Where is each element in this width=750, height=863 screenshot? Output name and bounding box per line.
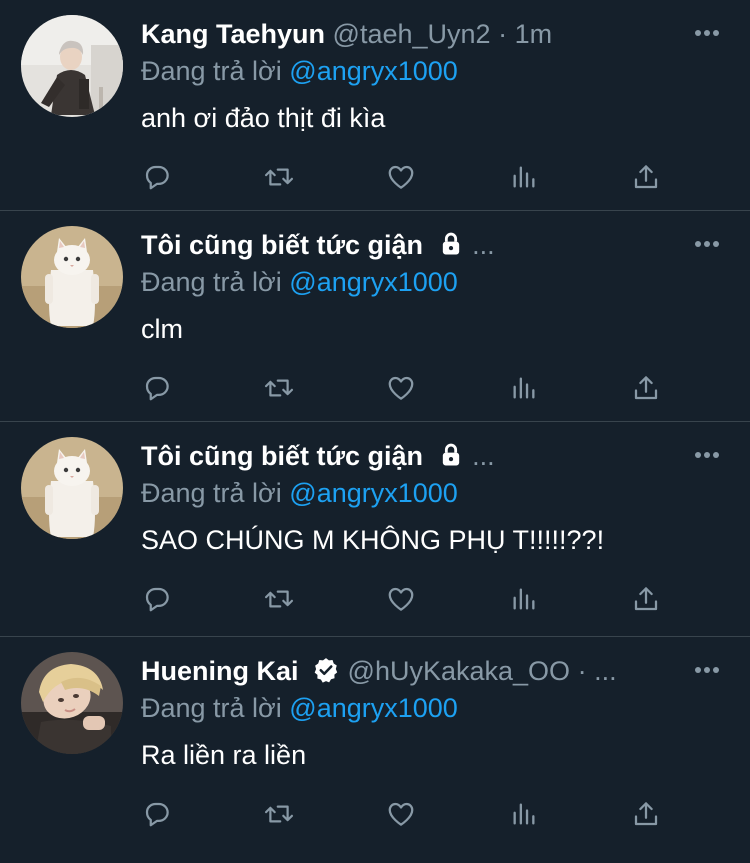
like-icon	[388, 587, 414, 611]
avatar[interactable]	[21, 15, 123, 117]
mention-link[interactable]: @angryx1000	[289, 478, 458, 508]
more-horizontal-icon	[695, 241, 719, 247]
tweet-text: SAO CHÚNG M KHÔNG PHỤ T!!!!!??!	[141, 525, 605, 555]
replying-to-label: Đang trả lời	[141, 56, 282, 86]
more-options-button[interactable]	[692, 655, 722, 685]
header-ellipsis: ...	[472, 230, 495, 260]
reply-icon	[145, 165, 169, 190]
reply-icon	[145, 376, 169, 401]
analytics-button[interactable]	[504, 579, 544, 619]
replying-to-label: Đang trả lời	[141, 693, 282, 723]
retweet-icon	[264, 379, 294, 397]
reply-tweet[interactable]: Tôi cũng biết tức giận ... Đang trả lời …	[0, 211, 750, 422]
reply-button[interactable]	[137, 157, 177, 197]
reply-button[interactable]	[137, 794, 177, 834]
analytics-button[interactable]	[504, 368, 544, 408]
reply-tweet[interactable]: Kang Taehyun @taeh_Uyn2 · 1m Đang trả lờ…	[0, 0, 750, 211]
user-handle[interactable]: @taeh_Uyn2	[333, 19, 491, 49]
retweet-icon	[264, 590, 294, 608]
analytics-button[interactable]	[504, 794, 544, 834]
reply-icon	[145, 802, 169, 827]
mention-link[interactable]: @angryx1000	[289, 693, 458, 723]
tweet-header: Huening Kai @hUyKakaka_OO · ...	[141, 653, 670, 689]
retweet-button[interactable]	[259, 579, 299, 619]
reply-icon	[145, 587, 169, 612]
analytics-icon	[513, 803, 535, 825]
reply-timeline: Kang Taehyun @taeh_Uyn2 · 1m Đang trả lờ…	[0, 0, 750, 856]
share-button[interactable]	[626, 794, 666, 834]
mention-link[interactable]: @angryx1000	[289, 267, 458, 297]
replying-to-line: Đang trả lời @angryx1000	[141, 475, 458, 511]
retweet-icon	[264, 805, 294, 823]
action-bar	[141, 579, 671, 619]
analytics-icon	[513, 166, 535, 188]
avatar[interactable]	[21, 226, 123, 328]
timestamp[interactable]: 1m	[515, 19, 553, 49]
share-button[interactable]	[626, 157, 666, 197]
retweet-button[interactable]	[259, 794, 299, 834]
like-button[interactable]	[381, 794, 421, 834]
replying-to-line: Đang trả lời @angryx1000	[141, 690, 458, 726]
like-button[interactable]	[381, 579, 421, 619]
more-horizontal-icon	[695, 667, 719, 673]
share-icon	[634, 802, 658, 826]
display-name[interactable]: Tôi cũng biết tức giận	[141, 230, 423, 260]
avatar[interactable]	[21, 437, 123, 539]
more-options-button[interactable]	[692, 229, 722, 259]
reply-tweet[interactable]: Huening Kai @hUyKakaka_OO · ... Đang trả…	[0, 637, 750, 856]
dot-separator: ·	[498, 19, 508, 49]
share-icon	[634, 587, 658, 611]
more-horizontal-icon	[695, 452, 719, 458]
like-icon	[388, 376, 414, 400]
share-button[interactable]	[626, 368, 666, 408]
retweet-button[interactable]	[259, 368, 299, 408]
avatar[interactable]	[21, 652, 123, 754]
action-bar	[141, 157, 671, 197]
lock-icon	[442, 443, 459, 466]
share-icon	[634, 376, 658, 400]
lock-icon	[442, 232, 459, 255]
share-button[interactable]	[626, 579, 666, 619]
replying-to-line: Đang trả lời @angryx1000	[141, 264, 458, 300]
reply-button[interactable]	[137, 368, 177, 408]
tweet-header: Tôi cũng biết tức giận ...	[141, 227, 670, 263]
reply-button[interactable]	[137, 579, 177, 619]
retweet-button[interactable]	[259, 157, 299, 197]
like-button[interactable]	[381, 157, 421, 197]
analytics-button[interactable]	[504, 157, 544, 197]
display-name[interactable]: Huening Kai	[141, 656, 299, 686]
replying-to-line: Đang trả lời @angryx1000	[141, 53, 458, 89]
analytics-icon	[513, 377, 535, 399]
tweet-text: clm	[141, 314, 183, 344]
tweet-header: Tôi cũng biết tức giận ...	[141, 438, 670, 474]
like-button[interactable]	[381, 368, 421, 408]
tweet-text: Ra liền ra liền	[141, 740, 307, 770]
header-ellipsis: ...	[594, 656, 617, 686]
share-icon	[634, 165, 658, 189]
like-icon	[388, 802, 414, 826]
display-name[interactable]: Kang Taehyun	[141, 19, 325, 49]
like-icon	[388, 165, 414, 189]
mention-link[interactable]: @angryx1000	[289, 56, 458, 86]
analytics-icon	[513, 588, 535, 610]
more-horizontal-icon	[695, 30, 719, 36]
retweet-icon	[264, 168, 294, 186]
replying-to-label: Đang trả lời	[141, 267, 282, 297]
replying-to-label: Đang trả lời	[141, 478, 282, 508]
verified-icon	[314, 658, 338, 683]
action-bar	[141, 794, 671, 834]
tweet-text: anh ơi đảo thịt đi kìa	[141, 103, 386, 133]
user-handle[interactable]: @hUyKakaka_OO	[348, 656, 571, 686]
dot-separator: ·	[577, 656, 587, 686]
action-bar	[141, 368, 671, 408]
display-name[interactable]: Tôi cũng biết tức giận	[141, 441, 423, 471]
reply-tweet[interactable]: Tôi cũng biết tức giận ... Đang trả lời …	[0, 422, 750, 637]
more-options-button[interactable]	[692, 18, 722, 48]
tweet-header: Kang Taehyun @taeh_Uyn2 · 1m	[141, 16, 670, 52]
header-ellipsis: ...	[472, 441, 495, 471]
more-options-button[interactable]	[692, 440, 722, 470]
